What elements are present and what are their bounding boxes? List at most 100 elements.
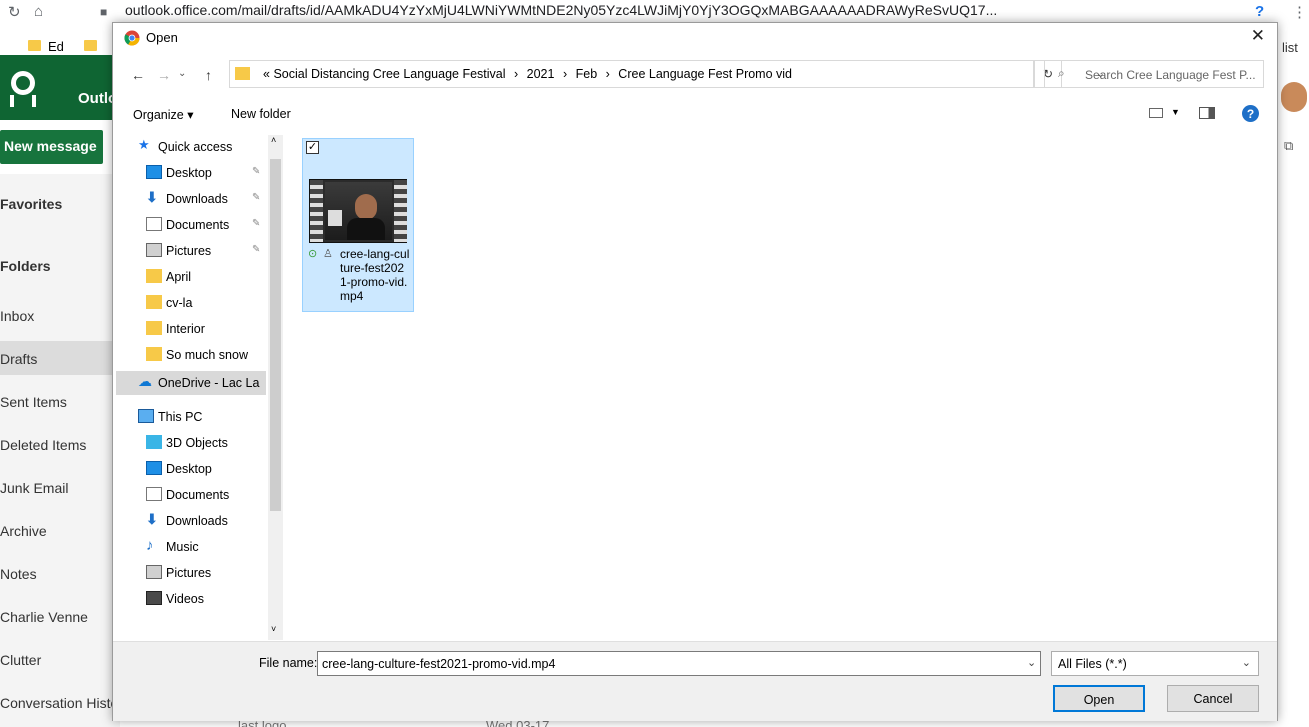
tree-item-label: Music — [166, 540, 199, 554]
file-name-dropdown-icon[interactable]: ⌄ — [1027, 656, 1036, 669]
outlook-right-strip: ⧉ — [1278, 54, 1309, 727]
nav-inbox[interactable]: Inbox — [0, 308, 120, 324]
pin-icon: ✎ — [252, 192, 261, 203]
breadcrumb-separator: › — [605, 67, 610, 81]
back-arrow-icon[interactable]: ← — [131, 67, 145, 83]
file-type-value: All Files (*.*) — [1058, 657, 1127, 671]
scroll-up-icon[interactable]: ˄ — [271, 135, 276, 145]
breadcrumb-item[interactable]: Cree Language Fest Promo vid — [618, 67, 792, 81]
bookmark-ed[interactable]: Ed — [48, 39, 64, 54]
view-options-icon[interactable] — [1149, 108, 1163, 118]
tree-item-label: Pictures — [166, 566, 212, 580]
breadcrumb-overflow[interactable]: « — [263, 67, 270, 81]
tree-item[interactable]: Documents — [116, 483, 264, 507]
recent-locations-chevron-icon[interactable]: ⌄ — [178, 68, 186, 79]
file-name-input[interactable]: cree-lang-culture-fest2021-promo-vid.mp4 — [317, 651, 1041, 676]
preview-pane-icon[interactable] — [1199, 107, 1215, 119]
download-icon: ⬇ — [146, 189, 158, 205]
view-dropdown-icon[interactable]: ▼ — [1171, 107, 1180, 117]
tree-item-label: Downloads — [166, 192, 228, 206]
nav-junk[interactable]: Junk Email — [0, 480, 120, 496]
tree-item[interactable]: Documents ✎ — [116, 213, 264, 237]
tree-item[interactable]: cv-la — [116, 291, 264, 315]
tree-item[interactable]: So much snow — [116, 343, 264, 367]
tree-item[interactable]: ☁ OneDrive - Lac La — [116, 371, 266, 395]
tree-item[interactable]: This PC — [116, 405, 264, 429]
tree-item-label: Documents — [166, 488, 230, 502]
tree-item-label: 3D Objects — [166, 436, 228, 450]
nav-drafts[interactable]: Drafts — [0, 341, 120, 375]
nav-scrollbar[interactable]: ˄ ˅ — [268, 135, 283, 640]
file-name-label: File name: — [259, 656, 318, 670]
organize-menu[interactable]: Organize ▾ — [133, 107, 193, 122]
home-icon[interactable]: ⌂ — [34, 3, 43, 20]
reading-list-label[interactable]: list — [1282, 40, 1298, 55]
nav-archive[interactable]: Archive — [0, 523, 120, 539]
pin-icon: ✎ — [252, 166, 261, 177]
up-arrow-icon[interactable]: ↑ — [205, 67, 212, 83]
nav-charlie-venne[interactable]: Charlie Venne — [0, 609, 120, 625]
nav-clutter[interactable]: Clutter — [0, 652, 120, 668]
video-thumbnail — [309, 179, 407, 243]
tree-item[interactable]: Interior — [116, 317, 264, 341]
nav-favorites[interactable]: Favorites — [0, 196, 120, 212]
shared-person-icon: ♙ — [323, 248, 333, 260]
tree-item[interactable]: Pictures ✎ — [116, 239, 264, 263]
outlook-header — [0, 55, 113, 120]
breadcrumb-item[interactable]: 2021 — [527, 67, 555, 81]
help-icon[interactable]: ? — [1242, 105, 1259, 122]
tree-item-label: Quick access — [158, 140, 233, 154]
screen: ↻ ⌂ ■ outlook.office.com/mail/drafts/id/… — [0, 0, 1309, 727]
address-bar[interactable]: outlook.office.com/mail/drafts/id/AAMkAD… — [125, 2, 1045, 18]
open-file-dialog: Open ✕ ← → ⌄ ↑ ⌄ « Social Distancing Cre… — [112, 22, 1278, 721]
new-message-button[interactable]: New message — [0, 130, 103, 164]
paper-sign — [328, 210, 342, 226]
cube-icon — [146, 435, 162, 449]
tree-item-label: Pictures — [166, 244, 212, 258]
nav-conversation-history[interactable]: Conversation History — [0, 695, 120, 711]
forward-arrow-icon[interactable]: → — [157, 67, 171, 83]
org-logo-icon — [10, 71, 36, 107]
file-type-select[interactable]: All Files (*.*) ⌄ — [1051, 651, 1259, 676]
nav-sent[interactable]: Sent Items — [0, 394, 120, 410]
file-checkbox[interactable]: ✓ — [306, 141, 319, 154]
nav-deleted[interactable]: Deleted Items — [0, 437, 120, 453]
search-input[interactable]: Search Cree Language Fest P... — [1044, 60, 1264, 88]
pin-icon: ✎ — [252, 244, 261, 255]
close-icon[interactable]: ✕ — [1251, 26, 1265, 46]
nav-notes[interactable]: Notes — [0, 566, 120, 582]
scroll-down-icon[interactable]: ˅ — [271, 624, 276, 634]
tree-item-label: cv-la — [166, 296, 193, 310]
reload-icon[interactable]: ↻ — [8, 3, 21, 21]
tree-item[interactable]: Desktop ✎ — [116, 161, 264, 185]
tree-item[interactable]: ⬇ Downloads ✎ — [116, 187, 264, 211]
tree-item[interactable]: ⬇ Downloads — [116, 509, 264, 533]
cancel-button[interactable]: Cancel — [1167, 685, 1259, 712]
desktop-icon — [146, 165, 162, 179]
tree-item[interactable]: Videos — [116, 587, 264, 611]
popout-icon[interactable]: ⧉ — [1284, 138, 1293, 154]
browser-toolbar: ↻ ⌂ ■ outlook.office.com/mail/drafts/id/… — [0, 0, 1309, 24]
file-list: ✓ ⊙ ♙ cree-lang-culture-fest2021-promo-v… — [285, 135, 1275, 640]
tree-item[interactable]: Desktop — [116, 457, 264, 481]
chrome-menu-icon[interactable]: ⋮ — [1292, 3, 1307, 21]
avatar[interactable] — [1281, 82, 1307, 112]
tree-item-label: Desktop — [166, 462, 212, 476]
scrollbar-thumb[interactable] — [270, 159, 281, 511]
tree-item-label: This PC — [158, 410, 203, 424]
file-item[interactable]: ✓ ⊙ ♙ cree-lang-culture-fest2021-promo-v… — [302, 138, 414, 312]
tree-item[interactable]: ♪ Music — [116, 535, 264, 559]
tree-item[interactable]: ★ Quick access — [116, 135, 264, 159]
open-button[interactable]: Open — [1053, 685, 1145, 712]
tree-item[interactable]: Pictures — [116, 561, 264, 585]
lock-icon: ■ — [100, 5, 108, 19]
help-icon[interactable]: ? — [1255, 3, 1264, 20]
breadcrumb-item[interactable]: Feb — [576, 67, 598, 81]
dialog-footer: File name: cree-lang-culture-fest2021-pr… — [113, 641, 1277, 721]
document-icon — [146, 487, 162, 501]
breadcrumb-item[interactable]: Social Distancing Cree Language Festival — [273, 67, 505, 81]
nav-folders[interactable]: Folders — [0, 258, 120, 274]
new-folder-button[interactable]: New folder — [231, 107, 291, 121]
tree-item[interactable]: April — [116, 265, 264, 289]
tree-item[interactable]: 3D Objects — [116, 431, 264, 455]
